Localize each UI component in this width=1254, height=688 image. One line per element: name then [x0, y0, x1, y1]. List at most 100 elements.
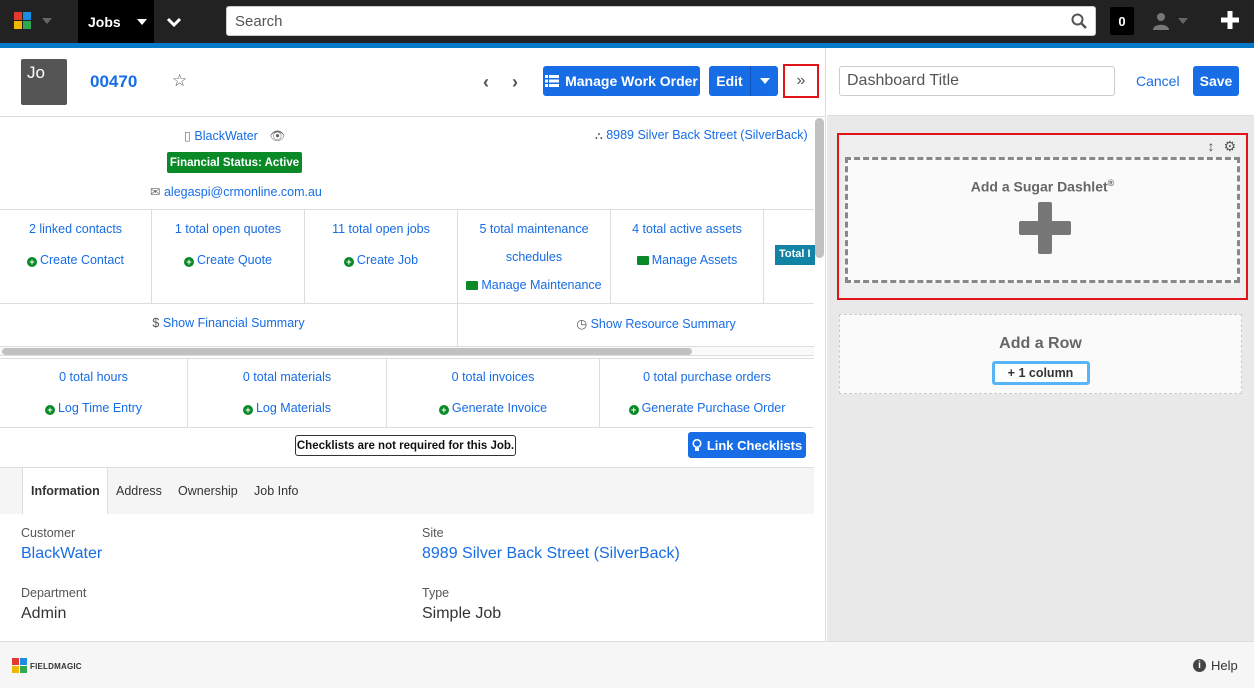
site-value[interactable]: 8989 Silver Back Street (SilverBack) — [422, 545, 680, 563]
chevron-down-icon[interactable] — [136, 18, 147, 25]
help-link[interactable]: i Help — [1193, 658, 1238, 673]
vertical-scrollbar[interactable] — [815, 118, 824, 258]
edit-actions-dropdown[interactable] — [751, 78, 778, 84]
add-one-column-button[interactable]: + 1 column — [991, 361, 1090, 385]
quick-create-button[interactable] — [1216, 6, 1244, 34]
create-job-link[interactable]: + Create Job — [305, 253, 457, 267]
email-link-label: alegaspi@crmonline.com.au — [163, 185, 322, 199]
tab-address[interactable]: Address — [116, 468, 162, 514]
edit-button-group: Edit — [709, 66, 778, 96]
total-hours-link[interactable]: 0 total hours — [0, 370, 187, 384]
plus-circle-icon: + — [438, 405, 449, 415]
global-search[interactable] — [226, 6, 1096, 36]
generate-invoice-link[interactable]: + Generate Invoice — [387, 401, 599, 415]
generate-purchase-order-link[interactable]: + Generate Purchase Order — [600, 401, 814, 415]
add-dashlet-plus-icon[interactable] — [1019, 202, 1071, 254]
module-tab-jobs[interactable]: Jobs — [78, 0, 154, 43]
site-link[interactable]: ⛬ 8989 Silver Back Street (SilverBack) — [595, 128, 808, 143]
favorite-star-icon[interactable]: ☆ — [172, 71, 187, 91]
building-icon: ▯ — [184, 129, 191, 143]
eye-icon[interactable]: 👁 — [269, 129, 285, 143]
tab-information[interactable]: Information — [22, 468, 108, 514]
customer-value[interactable]: BlackWater — [21, 545, 102, 563]
gear-icon[interactable]: ⚙ — [1223, 138, 1236, 155]
previous-record-icon[interactable]: ‹ — [483, 72, 489, 93]
create-contact-label: Create Contact — [39, 253, 125, 267]
app-logo-menu[interactable] — [14, 8, 72, 34]
search-icon[interactable] — [1071, 13, 1087, 29]
notifications-badge[interactable]: 0 — [1110, 7, 1134, 35]
customer-label: Customer — [21, 526, 76, 540]
email-link[interactable]: ✉ alegaspi@crmonline.com.au — [150, 184, 322, 199]
account-link[interactable]: ▯ BlackWater 👁 — [184, 128, 285, 144]
cancel-link[interactable]: Cancel — [1136, 73, 1180, 89]
log-materials-label: Log Materials — [255, 401, 332, 415]
horizontal-scrollbar[interactable] — [0, 346, 814, 356]
chevron-down-icon — [1178, 18, 1188, 24]
site-link-label: 8989 Silver Back Street (SilverBack) — [606, 128, 808, 142]
total-invoices-link[interactable]: 0 total invoices — [387, 370, 599, 384]
create-contact-link[interactable]: + Create Contact — [0, 253, 151, 267]
manage-maintenance-link[interactable]: Manage Maintenance — [458, 278, 610, 292]
clock-icon: ◷ — [576, 317, 591, 331]
briefcase-icon — [466, 281, 479, 290]
maintenance-schedules-link[interactable]: 5 total maintenance — [458, 222, 610, 236]
manage-assets-link[interactable]: Manage Assets — [611, 253, 763, 267]
open-jobs-link[interactable]: 11 total open jobs — [305, 222, 457, 236]
save-button[interactable]: Save — [1193, 66, 1239, 96]
summary-links-row: $ Show Financial Summary ◷ Show Resource… — [0, 303, 814, 346]
dashboard-sidebar: Cancel Save ↕ ⚙ Add a Sugar Dashlet® Add… — [827, 48, 1254, 641]
edit-button[interactable]: Edit — [709, 66, 751, 96]
active-assets-link[interactable]: 4 total active assets — [611, 222, 763, 236]
record-name[interactable]: 00470 — [90, 72, 137, 92]
manage-work-order-button[interactable]: Manage Work Order — [543, 66, 700, 96]
related-stats-row: 2 linked contacts + Create Contact 1 tota… — [0, 209, 815, 303]
resize-vertical-icon[interactable]: ↕ — [1207, 138, 1214, 155]
dashboard-title-input[interactable] — [839, 66, 1115, 96]
manage-assets-label: Manage Assets — [651, 253, 738, 267]
manage-maintenance-label: Manage Maintenance — [481, 278, 602, 292]
add-dashlet-dropzone[interactable]: Add a Sugar Dashlet® — [845, 157, 1240, 283]
more-modules-button[interactable] — [154, 0, 194, 43]
envelope-icon: ✉ — [150, 185, 161, 199]
generate-purchase-order-label: Generate Purchase Order — [641, 401, 786, 415]
show-resource-summary-link[interactable]: ◷ Show Resource Summary — [498, 316, 814, 331]
create-quote-link[interactable]: + Create Quote — [152, 253, 304, 267]
avatar: Jo — [21, 59, 67, 105]
log-time-entry-link[interactable]: + Log Time Entry — [0, 401, 187, 415]
stat-cell-purchase-orders: 0 total purchase orders + Generate Purcha… — [600, 359, 814, 427]
maintenance-schedules-link-line2[interactable]: schedules — [458, 250, 610, 264]
chevron-down-icon — [42, 18, 52, 24]
fieldmagic-logo-icon — [14, 12, 32, 30]
dashlet-container: ↕ ⚙ Add a Sugar Dashlet® — [837, 133, 1248, 300]
fieldmagic-footer-logo[interactable]: FIELDMAGIC — [12, 658, 82, 674]
log-materials-link[interactable]: + Log Materials — [188, 401, 386, 415]
total-badge[interactable]: Total I — [775, 245, 815, 265]
open-quotes-link[interactable]: 1 total open quotes — [152, 222, 304, 236]
dashlet-tools: ↕ ⚙ — [1207, 138, 1236, 155]
module-tab-label: Jobs — [88, 13, 121, 30]
resource-summary-cell: ◷ Show Resource Summary — [458, 304, 814, 346]
binoculars-icon: ⛬ — [595, 130, 603, 142]
horizontal-scrollbar-thumb[interactable] — [2, 348, 692, 355]
tabs-gutter — [0, 468, 23, 514]
link-checklists-button[interactable]: Link Checklists — [688, 432, 806, 458]
financial-summary-cell: $ Show Financial Summary — [0, 304, 458, 346]
manage-work-order-label: Manage Work Order — [565, 73, 698, 89]
search-input[interactable] — [235, 12, 1071, 30]
checklists-note: Checklists are not required for this Job… — [295, 435, 516, 456]
toggle-sidebar-button[interactable]: » — [783, 64, 819, 98]
user-menu[interactable] — [1152, 8, 1200, 34]
total-materials-link[interactable]: 0 total materials — [188, 370, 386, 384]
linked-contacts-link[interactable]: 2 linked contacts — [0, 222, 151, 236]
total-purchase-orders-link[interactable]: 0 total purchase orders — [600, 370, 814, 384]
tab-ownership[interactable]: Ownership — [178, 468, 238, 514]
tab-job-info[interactable]: Job Info — [254, 468, 298, 514]
plus-circle-icon: + — [183, 257, 194, 267]
plus-circle-icon: + — [44, 405, 55, 415]
info-icon: i — [1193, 659, 1206, 672]
dollar-icon: $ — [152, 316, 163, 330]
help-label: Help — [1211, 658, 1238, 673]
next-record-icon[interactable]: › — [512, 72, 518, 93]
show-financial-summary-link[interactable]: $ Show Financial Summary — [0, 316, 457, 330]
